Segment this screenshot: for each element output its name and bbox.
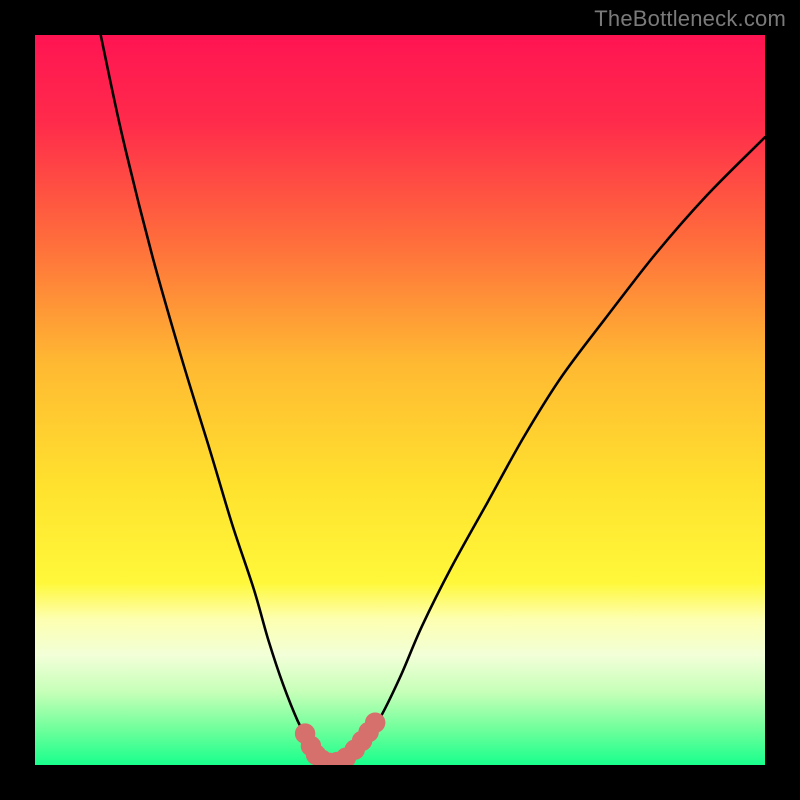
plot-area xyxy=(35,35,765,765)
background-gradient xyxy=(35,35,765,765)
chart-stage: TheBottleneck.com xyxy=(0,0,800,800)
watermark-label: TheBottleneck.com xyxy=(594,6,786,32)
